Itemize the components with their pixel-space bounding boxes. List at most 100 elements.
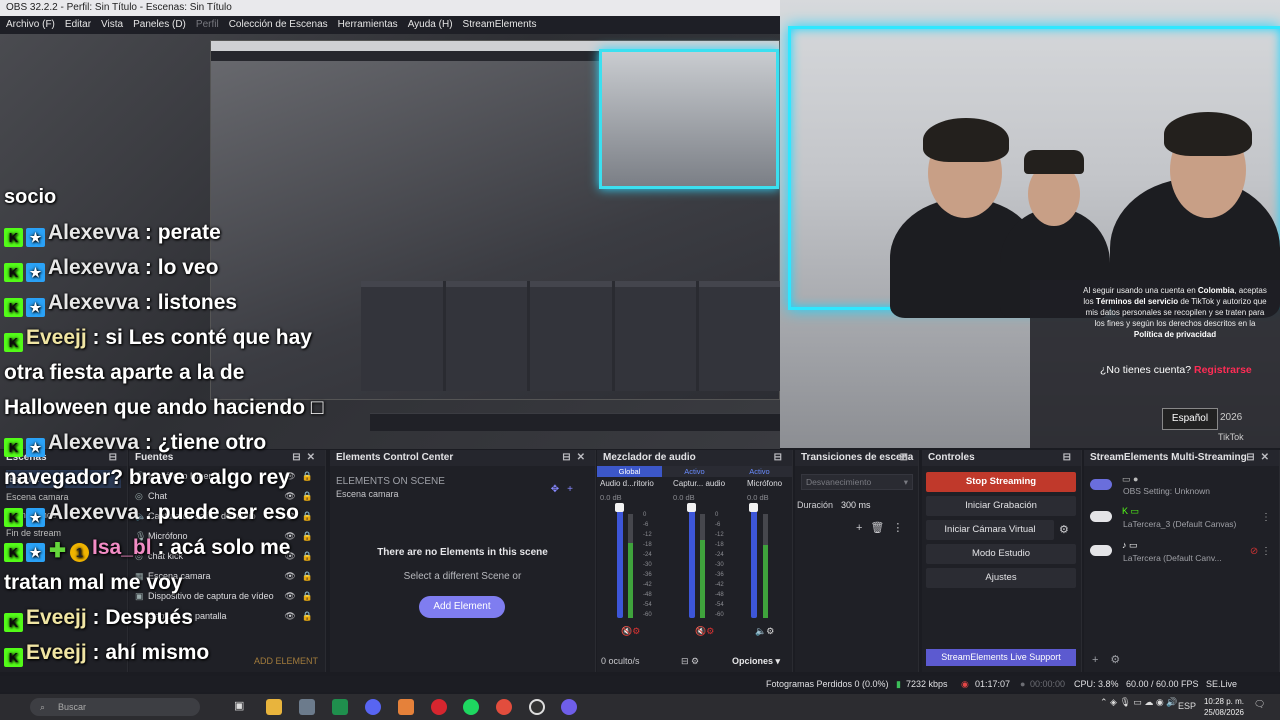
clock-time: 10:28 p. m. <box>1203 697 1244 706</box>
volume-fader[interactable] <box>617 506 623 618</box>
ecc-empty-title: There are no Elements in this scene <box>377 547 548 558</box>
db-tick: -12 <box>715 532 724 538</box>
tiktok-brand: TikTok <box>1218 432 1244 442</box>
transition-actions-icons[interactable]: +🗑⋮ <box>856 521 911 534</box>
menu-perfil[interactable]: Perfil <box>196 16 219 34</box>
db-tick: -48 <box>715 592 724 598</box>
more-icon[interactable]: ⊘ ⋮ <box>1250 546 1271 557</box>
spotify-icon[interactable] <box>463 699 479 715</box>
controls-title-text: Controles <box>928 452 975 463</box>
level-meter <box>700 514 705 618</box>
sub-badge-icon: ★ <box>26 228 45 247</box>
notifications-icon[interactable]: 🗨 <box>1254 699 1265 710</box>
discord-icon[interactable] <box>365 699 381 715</box>
db-tick: -42 <box>643 582 652 588</box>
mute-icon[interactable]: 🔇⚙ <box>695 626 714 637</box>
stop-streaming-button[interactable]: Stop Streaming <box>926 472 1076 492</box>
db-tick: -24 <box>715 552 724 558</box>
fader-handle[interactable] <box>749 503 758 512</box>
app-icon[interactable] <box>561 699 577 715</box>
chat-message: K ★ Alexevva : puede ser eso <box>4 495 344 530</box>
settings-button[interactable]: Ajustes <box>926 568 1076 588</box>
studio-mode-button[interactable]: Modo Estudio <box>926 544 1076 564</box>
stream-status-icon: ◉ <box>961 679 969 689</box>
audio-mixer: Mezclador de audio ⊟ Global Activo Activo… <box>597 450 793 672</box>
nested-dock <box>445 281 528 391</box>
chevron-down-icon: ▾ <box>903 477 908 487</box>
add-element-button[interactable]: Add Element <box>419 596 505 618</box>
controls-title: Controles ⊟ <box>922 450 1081 466</box>
language-indicator[interactable]: ESP <box>1178 701 1196 711</box>
fader-handle[interactable] <box>687 503 696 512</box>
person-left-hair <box>923 118 1009 162</box>
mixer-layout-icon[interactable]: ⊟ ⚙ <box>681 656 699 667</box>
dock-controls-icon[interactable]: ⊟✕ <box>1246 450 1275 466</box>
signup-link[interactable]: Registrarse <box>1194 364 1252 376</box>
chrome-icon[interactable] <box>496 699 512 715</box>
stream-target-label: LaTercera_3 (Default Canvas) <box>1123 519 1237 529</box>
transition-select[interactable]: Desvanecimiento ▾ <box>801 474 913 490</box>
menu-coleccion[interactable]: Colección de Escenas <box>229 16 328 34</box>
more-icon[interactable]: ⋮ <box>1261 512 1271 523</box>
virtual-camera-button[interactable]: Iniciar Cámara Virtual <box>926 520 1054 540</box>
menu-vista[interactable]: Vista <box>101 16 123 34</box>
menu-paneles[interactable]: Paneles (D) <box>133 16 186 34</box>
duration-input[interactable]: 300 ms <box>838 497 908 513</box>
gear-icon[interactable]: ⚙ <box>1059 523 1069 536</box>
tray-icons[interactable]: ⌃ ◈ 🎙 ▭ ☁ ◉ 🔊 <box>1100 697 1177 708</box>
speaker-icon[interactable]: 🔈⚙ <box>755 626 774 637</box>
db-tick: -48 <box>643 592 652 598</box>
legal-country: Colombia <box>1197 286 1235 295</box>
db-tick: -18 <box>643 542 652 548</box>
dock-controls-icon[interactable]: ⊟ <box>900 450 914 466</box>
multistream-title-text: StreamElements Multi-Streaming <box>1090 452 1247 463</box>
rank-badge-icon: 1 <box>70 543 89 562</box>
tab-global[interactable]: Global <box>597 466 662 477</box>
opera-icon[interactable] <box>431 699 447 715</box>
chat-message: K ★ Alexevva : listones <box>4 285 344 320</box>
language-select[interactable]: Español <box>1162 408 1218 430</box>
terms-link[interactable]: Términos del servicio <box>1096 297 1178 306</box>
sub-badge-icon: ★ <box>26 263 45 282</box>
start-recording-button[interactable]: Iniciar Grabación <box>926 496 1076 516</box>
tab-activo[interactable]: Activo <box>727 466 792 477</box>
dock-controls-icon[interactable]: ⊟ <box>1063 450 1077 466</box>
menu-archivo[interactable]: Archivo (F) <box>6 16 55 34</box>
toggle-switch[interactable] <box>1090 511 1112 522</box>
toggle-switch[interactable] <box>1090 479 1112 490</box>
menu-streamelements[interactable]: StreamElements <box>463 16 537 34</box>
app-icon[interactable] <box>299 699 315 715</box>
fader-handle[interactable] <box>615 503 624 512</box>
clock[interactable]: 10:28 p. m. 25/08/2026 <box>1200 696 1244 718</box>
nested-docks <box>361 281 780 391</box>
tab-activo[interactable]: Activo <box>662 466 727 477</box>
obs-icon[interactable] <box>529 699 545 715</box>
multistream-footer-icons[interactable]: +⚙ <box>1092 653 1132 666</box>
volume-fader[interactable] <box>689 506 695 618</box>
chat-text: : perate <box>139 221 221 244</box>
file-explorer-icon[interactable] <box>266 699 282 715</box>
menu-ayuda[interactable]: Ayuda (H) <box>408 16 453 34</box>
volume-fader[interactable] <box>751 506 757 618</box>
privacy-link[interactable]: Política de privacidad <box>1134 330 1216 339</box>
toggle-switch[interactable] <box>1090 545 1112 556</box>
excel-icon[interactable] <box>332 699 348 715</box>
menu-herramientas[interactable]: Herramientas <box>338 16 398 34</box>
mute-icon[interactable]: 🔇⚙ <box>621 626 640 637</box>
dock-controls-icon[interactable]: ⊟✕ <box>562 450 591 466</box>
live-support-button[interactable]: StreamElements Live Support <box>926 649 1076 666</box>
task-view-icon[interactable]: ▣ <box>234 699 250 715</box>
menu-editar[interactable]: Editar <box>65 16 91 34</box>
db-tick: -36 <box>643 572 652 578</box>
dock-controls-icon[interactable]: ⊟ <box>774 450 788 466</box>
kick-badge-icon: K <box>4 438 23 457</box>
options-button[interactable]: Opciones ▾ <box>732 656 780 667</box>
nested-dock <box>699 281 780 391</box>
level-fill <box>628 543 633 618</box>
app-icon[interactable] <box>398 699 414 715</box>
search-box[interactable]: ⌕ Buscar <box>30 698 200 716</box>
db-tick: -30 <box>715 562 724 568</box>
db-tick: -12 <box>643 532 652 538</box>
kick-badge-icon: K <box>4 543 23 562</box>
ecc-toolbar-icons[interactable]: ✥+ <box>551 484 581 495</box>
